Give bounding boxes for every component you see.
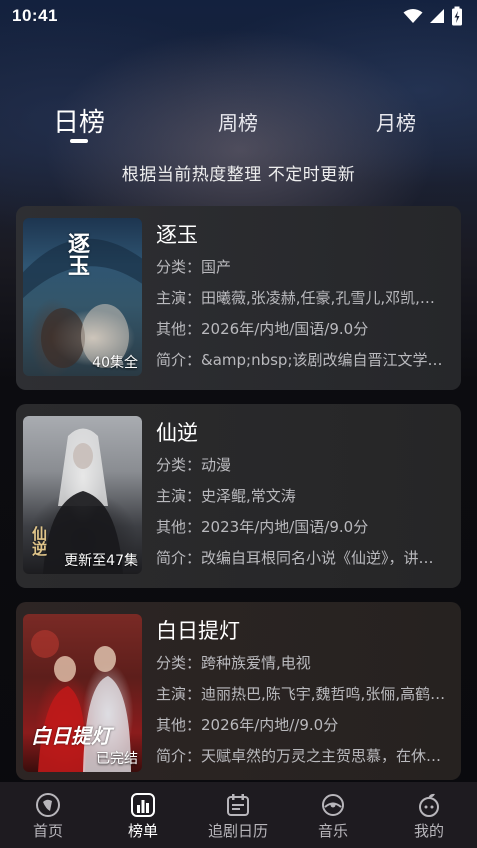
nav-label: 榜单 (127, 822, 158, 840)
show-poster: 白日提灯 已完结 (23, 614, 142, 772)
nav-music[interactable]: 音乐 (293, 792, 373, 841)
tab-daily[interactable]: 日榜 (53, 102, 105, 139)
tab-monthly[interactable]: 月榜 (376, 107, 416, 136)
nav-profile[interactable]: 我的 (389, 792, 469, 841)
show-other: 其他：2023年/内地/国语/9.0分 (156, 518, 369, 536)
episode-badge: 更新至47集 (64, 553, 138, 569)
nav-ranking[interactable]: 榜单 (103, 792, 183, 841)
status-icons (403, 6, 463, 26)
show-intro: 简介：&amp;nbsp;该剧改编自晋江文学… (156, 351, 443, 369)
show-poster: 逐玉 40集全 (23, 218, 142, 376)
show-title: 白日提灯 (156, 619, 240, 643)
show-cast: 主演：田曦薇,张凌赫,任豪,孔雪儿,邓凯,… (156, 289, 435, 307)
show-category: 分类：动漫 (156, 456, 232, 474)
episode-badge: 已完结 (96, 751, 138, 767)
show-card[interactable]: 仙逆 更新至47集 仙逆 分类：动漫 主演：史泽鲲,常文涛 其他：2023年/内… (16, 404, 461, 588)
home-icon (36, 793, 60, 817)
nav-home[interactable]: 首页 (8, 792, 88, 841)
show-poster: 仙逆 更新至47集 (23, 416, 142, 574)
poster-title-art: 白日提灯 (31, 724, 111, 748)
tab-weekly[interactable]: 周榜 (218, 107, 258, 136)
poster-title-art: 仙逆 (30, 526, 48, 556)
show-info: 白日提灯 分类：跨种族爱情,电视 主演：迪丽热巴,陈飞宇,魏哲鸣,张俪,高鹤… … (156, 616, 454, 772)
show-title: 逐玉 (156, 223, 198, 247)
show-card[interactable]: 逐玉 40集全 逐玉 分类：国产 主演：田曦薇,张凌赫,任豪,孔雪儿,邓凯,… … (16, 206, 461, 390)
show-title: 仙逆 (156, 421, 198, 445)
active-tab-indicator (70, 139, 88, 143)
ranking-subtitle: 根据当前热度整理 不定时更新 (121, 165, 356, 185)
show-other: 其他：2026年/内地//9.0分 (156, 716, 339, 734)
nav-label: 音乐 (317, 822, 348, 840)
bottom-nav: 首页 榜单 追剧日历 音乐 我的 (0, 782, 477, 848)
nav-label: 我的 (413, 822, 444, 840)
signal-icon (430, 9, 444, 23)
music-icon (322, 794, 344, 816)
profile-icon (419, 793, 439, 817)
show-intro: 简介：改编自耳根同名小说《仙逆》，讲… (156, 549, 434, 567)
episode-badge: 40集全 (92, 355, 138, 371)
ranking-icon (131, 793, 155, 817)
status-time: 10:41 (12, 6, 58, 25)
show-intro: 简介：天赋卓然的万灵之主贺思慕，在休… (156, 747, 442, 765)
show-cast: 主演：迪丽热巴,陈飞宇,魏哲鸣,张俪,高鹤… (156, 685, 446, 703)
battery-icon (452, 6, 462, 26)
show-info: 仙逆 分类：动漫 主演：史泽鲲,常文涛 其他：2023年/内地/国语/9.0分 … (156, 418, 454, 574)
show-category: 分类：跨种族爱情,电视 (156, 654, 311, 672)
nav-label: 首页 (32, 822, 63, 840)
calendar-icon (227, 794, 249, 816)
poster-title-art: 逐玉 (64, 232, 90, 276)
show-card[interactable]: 白日提灯 已完结 白日提灯 分类：跨种族爱情,电视 主演：迪丽热巴,陈飞宇,魏哲… (16, 602, 461, 780)
status-bar: 10:41 (0, 0, 477, 32)
nav-label: 追剧日历 (207, 822, 268, 840)
show-other: 其他：2026年/内地/国语/9.0分 (156, 320, 369, 338)
show-cast: 主演：史泽鲲,常文涛 (156, 487, 296, 505)
wifi-icon (403, 9, 423, 23)
show-info: 逐玉 分类：国产 主演：田曦薇,张凌赫,任豪,孔雪儿,邓凯,… 其他：2026年… (156, 220, 454, 376)
show-category: 分类：国产 (156, 258, 232, 276)
nav-calendar[interactable]: 追剧日历 (198, 792, 278, 841)
